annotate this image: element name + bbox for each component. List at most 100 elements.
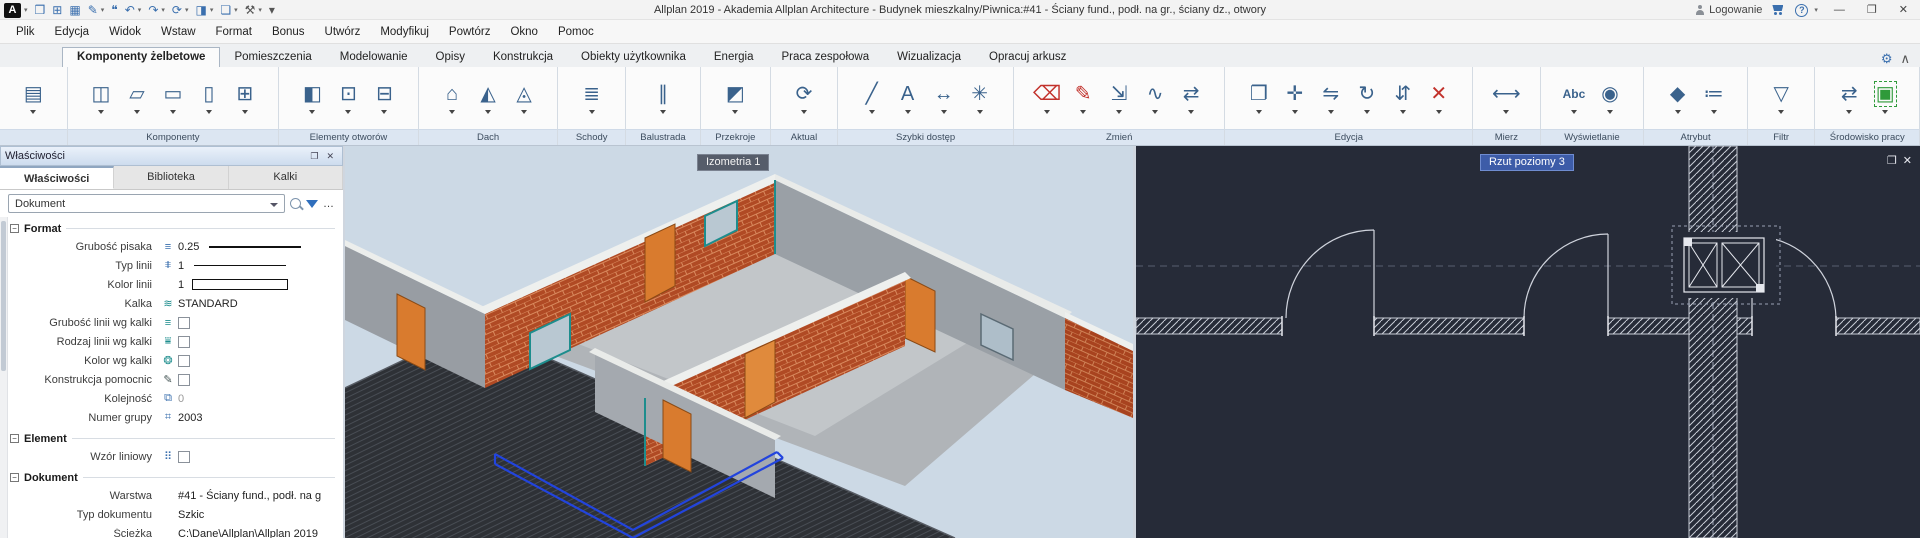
line-icon[interactable]: ╱	[855, 70, 889, 126]
section-element[interactable]: − Element	[10, 427, 343, 447]
element-properties-icon[interactable]: ▤	[16, 70, 50, 126]
tab-energia[interactable]: Energia	[700, 48, 768, 67]
prop-row-typ-linii[interactable]: Typ linii ⩨ 1	[10, 256, 343, 275]
checkbox[interactable]	[178, 317, 190, 329]
entity-swap-icon[interactable]: ⇄	[1174, 70, 1208, 126]
collapse-icon[interactable]: −	[10, 434, 19, 443]
filter-icon[interactable]: ▽	[1764, 70, 1798, 126]
collapse-icon[interactable]: −	[10, 473, 19, 482]
close-button[interactable]: ✕	[1893, 0, 1914, 20]
viewport-plan[interactable]: Rzut poziomy 3 ❐ ✕	[1136, 146, 1920, 538]
prop-row-wzor-liniowy[interactable]: Wzór liniowy ⠿	[10, 447, 343, 466]
prop-row-kolor-linii[interactable]: Kolor linii 1	[10, 275, 343, 294]
attribute-list-icon[interactable]: ≔	[1697, 70, 1731, 126]
menu-plik[interactable]: Plik	[6, 22, 45, 42]
tab-kalki[interactable]: Kalki	[229, 166, 343, 189]
wall-icon[interactable]: ◫	[84, 70, 118, 126]
color-swatch[interactable]	[192, 279, 288, 290]
menu-format[interactable]: Format	[206, 22, 262, 42]
login-button[interactable]: Logowanie	[1695, 4, 1762, 16]
chimney-icon[interactable]: ⊞	[228, 70, 262, 126]
plan-close-icon[interactable]: ✕	[1903, 154, 1912, 167]
tab-modelowanie[interactable]: Modelowanie	[326, 48, 422, 67]
palette-scrollbar[interactable]	[0, 217, 8, 538]
plan-minimize-icon[interactable]: ❐	[1887, 154, 1897, 167]
menu-pomoc[interactable]: Pomoc	[548, 22, 604, 42]
minimize-button[interactable]: —	[1828, 0, 1851, 20]
tab-wizualizacja[interactable]: Wizualizacja	[883, 48, 975, 67]
prop-row-numer-grupy[interactable]: Numer grupy ⌗ 2003	[10, 408, 343, 427]
tab-konstrukcja[interactable]: Konstrukcja	[479, 48, 567, 67]
palette-close-icon[interactable]: ✕	[322, 151, 338, 162]
checkbox[interactable]	[178, 336, 190, 348]
downstand-beam-icon[interactable]: ▭	[156, 70, 190, 126]
skylight-icon[interactable]: ◬	[507, 70, 541, 126]
prop-row-warstwa[interactable]: Warstwa #41 - Ściany fund., podł. na g	[10, 486, 343, 505]
update-3d-icon[interactable]: ⟳	[787, 70, 821, 126]
text-display-icon[interactable]: Abc	[1557, 70, 1591, 126]
tab-biblioteka[interactable]: Biblioteka	[114, 166, 228, 189]
scrollbar-thumb[interactable]	[1, 221, 6, 371]
filter-icon[interactable]	[306, 200, 318, 208]
menu-widok[interactable]: Widok	[99, 22, 151, 42]
prop-row-grubosc-wg-kalki[interactable]: Grubość linii wg kalki ≡	[10, 313, 343, 332]
roof-frame-icon[interactable]: ◭	[471, 70, 505, 126]
dimension-icon[interactable]: ↔	[927, 70, 961, 126]
move-icon[interactable]: ✛	[1278, 70, 1312, 126]
selection-env-icon[interactable]: ▣	[1868, 70, 1902, 126]
checkbox[interactable]	[178, 355, 190, 367]
prop-row-sciezka[interactable]: Ścieżka C:\Dane\Allplan\Allplan 2019	[10, 524, 343, 538]
roof-plane-icon[interactable]: ⌂	[435, 70, 469, 126]
shop-cart-icon[interactable]	[1772, 5, 1785, 15]
tab-opracuj-arkusz[interactable]: Opracuj arkusz	[975, 48, 1080, 67]
measure-icon[interactable]: ⟷	[1489, 70, 1523, 126]
menu-utworz[interactable]: Utwórz	[315, 22, 371, 42]
menu-edycja[interactable]: Edycja	[45, 22, 100, 42]
palette-float-icon[interactable]: ❐	[306, 151, 322, 162]
checkbox[interactable]	[178, 451, 190, 463]
plan-canvas[interactable]	[1136, 146, 1920, 538]
menu-powtorz[interactable]: Powtórz	[439, 22, 501, 42]
stretch-icon[interactable]: ⇲	[1102, 70, 1136, 126]
tab-wlasciwosci[interactable]: Właściwości	[0, 166, 114, 189]
tab-obiekty-uzytkownika[interactable]: Obiekty użytkownika	[567, 48, 700, 67]
prop-row-kalka[interactable]: Kalka ≋ STANDARD	[10, 294, 343, 313]
restore-button[interactable]: ❐	[1861, 0, 1883, 20]
spline-edit-icon[interactable]: ∿	[1138, 70, 1172, 126]
recess-icon[interactable]: ⊟	[367, 70, 401, 126]
scope-select[interactable]: Dokument	[8, 194, 285, 213]
section-dokument[interactable]: − Dokument	[10, 466, 343, 486]
viewport-3d[interactable]: Izometria 1	[345, 146, 1133, 538]
search-icon[interactable]	[290, 198, 301, 209]
modify-points-icon[interactable]: ✎	[1066, 70, 1100, 126]
tab-pomieszczenia[interactable]: Pomieszczenia	[220, 48, 325, 67]
section-format[interactable]: − Format	[10, 217, 343, 237]
prop-row-rodzaj-wg-kalki[interactable]: Rodzaj linii wg kalki ⩸	[10, 332, 343, 351]
mirror-icon[interactable]: ⇋	[1314, 70, 1348, 126]
tab-praca-zespolowa[interactable]: Praca zespołowa	[768, 48, 884, 67]
workspace-swap-icon[interactable]: ⇄	[1832, 70, 1866, 126]
help-icon[interactable]: ?	[1795, 4, 1808, 17]
slab-icon[interactable]: ▱	[120, 70, 154, 126]
ribbon-settings-icon[interactable]: ⚙	[1881, 52, 1893, 65]
menu-modyfikuj[interactable]: Modyfikuj	[370, 22, 439, 42]
more-button[interactable]: …	[323, 198, 335, 210]
help-caret[interactable]: ▾	[1814, 6, 1818, 14]
text-icon[interactable]: A	[891, 70, 925, 126]
checkbox[interactable]	[178, 374, 190, 386]
tab-opisy[interactable]: Opisy	[422, 48, 479, 67]
railing-icon[interactable]: ∥	[646, 70, 680, 126]
model-3d-canvas[interactable]	[345, 146, 1133, 538]
attribute-tag-icon[interactable]: ◆	[1661, 70, 1695, 126]
prop-row-konstrukcja-pomocnicza[interactable]: Konstrukcja pomocnic ✎	[10, 370, 343, 389]
ribbon-collapse-icon[interactable]: ∧	[1900, 52, 1910, 65]
window-opening-icon[interactable]: ⊡	[331, 70, 365, 126]
prop-row-kolor-wg-kalki[interactable]: Kolor wg kalki ❂	[10, 351, 343, 370]
prop-row-grubosc-pisaka[interactable]: Grubość pisaka ≡ 0.25	[10, 237, 343, 256]
prop-row-typ-dokumentu[interactable]: Typ dokumentu Szkic	[10, 505, 343, 524]
collapse-icon[interactable]: −	[10, 224, 19, 233]
menu-bonus[interactable]: Bonus	[262, 22, 315, 42]
prop-row-kolejnosc[interactable]: Kolejność ⧉ 0	[10, 389, 343, 408]
door-opening-icon[interactable]: ◧	[295, 70, 329, 126]
symbol-icon[interactable]: ✳	[963, 70, 997, 126]
